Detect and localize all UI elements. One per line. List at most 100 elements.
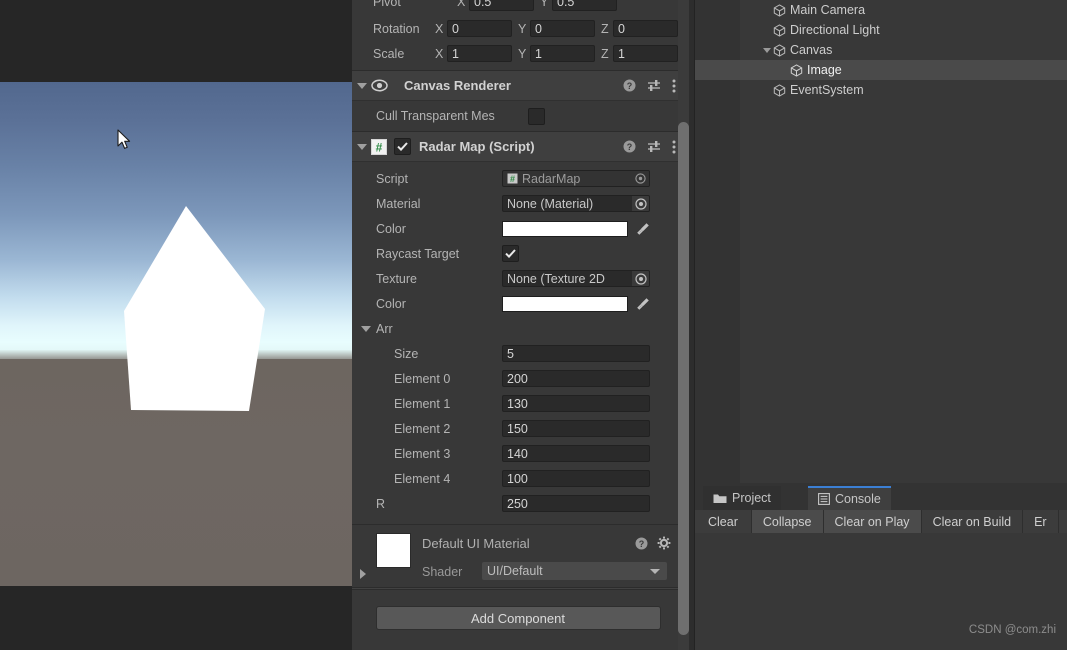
hierarchy-item-canvas[interactable]: Canvas bbox=[695, 40, 1067, 60]
tab-console[interactable]: Console bbox=[808, 486, 891, 510]
arr-foldout-arrow[interactable] bbox=[352, 325, 376, 332]
rotation-y[interactable]: Y 0 bbox=[518, 20, 595, 37]
material-picker-icon[interactable] bbox=[632, 196, 649, 211]
help-icon[interactable]: ? bbox=[623, 140, 636, 153]
console-collapse-button[interactable]: Collapse bbox=[751, 510, 824, 533]
material-preview-block[interactable]: Default UI Material ? Shader UI/Default bbox=[352, 525, 684, 587]
scale-y[interactable]: Y 1 bbox=[518, 45, 595, 62]
shader-dropdown[interactable]: UI/Default bbox=[482, 562, 667, 580]
texture-picker-icon[interactable] bbox=[632, 271, 649, 286]
hierarchy-panel[interactable]: Main Camera Directional Light Canvas Ima… bbox=[695, 0, 1067, 483]
pivot-x-input[interactable]: 0.5 bbox=[469, 0, 534, 11]
component-header-canvas-renderer[interactable]: Canvas Renderer ? bbox=[352, 70, 684, 101]
arr-foldout-row[interactable]: Arr bbox=[352, 316, 684, 341]
kebab-menu-icon[interactable] bbox=[672, 140, 676, 154]
texture-row[interactable]: Texture None (Texture 2D bbox=[352, 266, 684, 291]
material-row[interactable]: Material None (Material) bbox=[352, 191, 684, 216]
radar-map-enabled-checkbox[interactable] bbox=[394, 138, 411, 155]
array-element-input[interactable]: 140 bbox=[502, 445, 650, 462]
console-toolbar[interactable]: Clear Collapse Clear on Play Clear on Bu… bbox=[695, 510, 1067, 533]
array-element-row[interactable]: Element 3 140 bbox=[352, 441, 684, 466]
gear-icon[interactable] bbox=[657, 536, 671, 550]
scale-x[interactable]: X 1 bbox=[435, 45, 512, 62]
transform-row-pivot[interactable]: Pivot X 0.5 Y 0.5 bbox=[352, 0, 684, 11]
eye-icon[interactable] bbox=[371, 79, 388, 92]
console-error-pause-button[interactable]: Er bbox=[1023, 510, 1059, 533]
color-row-1[interactable]: Color bbox=[352, 216, 684, 241]
scale-z-input[interactable]: 1 bbox=[613, 45, 678, 62]
array-element-row[interactable]: Element 2 150 bbox=[352, 416, 684, 441]
material-object-field[interactable]: None (Material) bbox=[502, 195, 650, 212]
hierarchy-item-image[interactable]: Image bbox=[695, 60, 1067, 80]
hierarchy-item-directional-light[interactable]: Directional Light bbox=[695, 20, 1067, 40]
console-panel[interactable]: Project Console Clear Collapse Clear on … bbox=[695, 483, 1067, 650]
scale-z[interactable]: Z 1 bbox=[601, 45, 678, 62]
hierarchy-item-main-camera[interactable]: Main Camera bbox=[695, 0, 1067, 20]
array-element-row[interactable]: Element 0 200 bbox=[352, 366, 684, 391]
array-element-row[interactable]: Element 4 100 bbox=[352, 466, 684, 491]
material-expand-arrow[interactable] bbox=[360, 569, 366, 579]
component-header-radar-map[interactable]: # Radar Map (Script) ? bbox=[352, 131, 684, 162]
preset-icon[interactable] bbox=[647, 140, 661, 153]
preset-icon[interactable] bbox=[647, 79, 661, 92]
rotation-z-input[interactable]: 0 bbox=[613, 20, 678, 37]
scale-y-input[interactable]: 1 bbox=[530, 45, 595, 62]
array-element-input[interactable]: 150 bbox=[502, 420, 650, 437]
rotation-z[interactable]: Z 0 bbox=[601, 20, 678, 37]
console-clear-on-play-button[interactable]: Clear on Play bbox=[823, 510, 922, 533]
help-icon[interactable]: ? bbox=[635, 537, 648, 550]
pivot-y[interactable]: Y 0.5 bbox=[540, 0, 617, 11]
canvas-renderer-foldout[interactable] bbox=[352, 82, 371, 89]
help-icon[interactable]: ? bbox=[623, 79, 636, 92]
rotation-y-input[interactable]: 0 bbox=[530, 20, 595, 37]
rotation-x[interactable]: X 0 bbox=[435, 20, 512, 37]
cs-script-icon[interactable]: # bbox=[371, 138, 387, 155]
eyedropper-icon-1[interactable] bbox=[634, 222, 652, 235]
inspector-scrollbar-thumb[interactable] bbox=[678, 122, 689, 635]
cull-transparent-mesh-row[interactable]: Cull Transparent Mes bbox=[352, 101, 684, 131]
scale-x-input[interactable]: 1 bbox=[447, 45, 512, 62]
array-size-label: Size bbox=[394, 346, 419, 361]
radar-map-foldout[interactable] bbox=[352, 143, 371, 150]
array-element-input[interactable]: 130 bbox=[502, 395, 650, 412]
raycast-target-row[interactable]: Raycast Target bbox=[352, 241, 684, 266]
array-size-input[interactable]: 5 bbox=[502, 345, 650, 362]
color-swatch-2[interactable] bbox=[502, 295, 628, 312]
hierarchy-item-label: Image bbox=[807, 63, 842, 77]
kebab-menu-icon[interactable] bbox=[672, 79, 676, 93]
texture-object-field[interactable]: None (Texture 2D bbox=[502, 270, 650, 287]
console-clear-button[interactable]: Clear bbox=[695, 510, 752, 533]
material-value: None (Material) bbox=[507, 196, 594, 211]
color-row-2[interactable]: Color bbox=[352, 291, 684, 316]
cull-transparent-mesh-checkbox[interactable] bbox=[528, 107, 545, 125]
inspector-panel[interactable]: Pivot X 0.5 Y 0.5 Rotation X 0 Y 0 Z 0 S… bbox=[352, 0, 695, 650]
pivot-x[interactable]: X 0.5 bbox=[457, 0, 534, 11]
tab-project[interactable]: Project bbox=[703, 486, 781, 510]
canvas-foldout[interactable] bbox=[761, 47, 773, 53]
scale-y-axis-label: Y bbox=[518, 46, 527, 61]
array-element-label: Element 1 bbox=[394, 396, 451, 411]
pivot-y-input[interactable]: 0.5 bbox=[552, 0, 617, 11]
transform-row-scale[interactable]: Scale X 1 Y 1 Z 1 bbox=[352, 41, 684, 66]
script-object-field[interactable]: # RadarMap bbox=[502, 170, 650, 187]
script-picker-icon[interactable] bbox=[632, 171, 649, 186]
unity-editor-window: Pivot X 0.5 Y 0.5 Rotation X 0 Y 0 Z 0 S… bbox=[0, 0, 1067, 650]
game-view[interactable] bbox=[0, 0, 352, 650]
r-row[interactable]: R 250 bbox=[352, 491, 684, 516]
add-component-button[interactable]: Add Component bbox=[375, 606, 661, 630]
console-clear-on-build-button[interactable]: Clear on Build bbox=[922, 510, 1024, 533]
r-input[interactable]: 250 bbox=[502, 495, 650, 512]
pivot-y-axis-label: Y bbox=[540, 0, 549, 9]
script-row[interactable]: Script # RadarMap bbox=[352, 166, 684, 191]
color-swatch-1[interactable] bbox=[502, 220, 628, 237]
raycast-target-checkbox[interactable] bbox=[502, 245, 519, 262]
console-log-area[interactable]: CSDN @com.zhi bbox=[695, 533, 1067, 650]
eyedropper-icon-2[interactable] bbox=[634, 297, 652, 310]
array-element-input[interactable]: 200 bbox=[502, 370, 650, 387]
hierarchy-item-eventsystem[interactable]: EventSystem bbox=[695, 80, 1067, 100]
array-element-row[interactable]: Element 1 130 bbox=[352, 391, 684, 416]
array-element-input[interactable]: 100 bbox=[502, 470, 650, 487]
rotation-x-input[interactable]: 0 bbox=[447, 20, 512, 37]
array-size-row[interactable]: Size 5 bbox=[352, 341, 684, 366]
transform-row-rotation[interactable]: Rotation X 0 Y 0 Z 0 bbox=[352, 16, 684, 41]
